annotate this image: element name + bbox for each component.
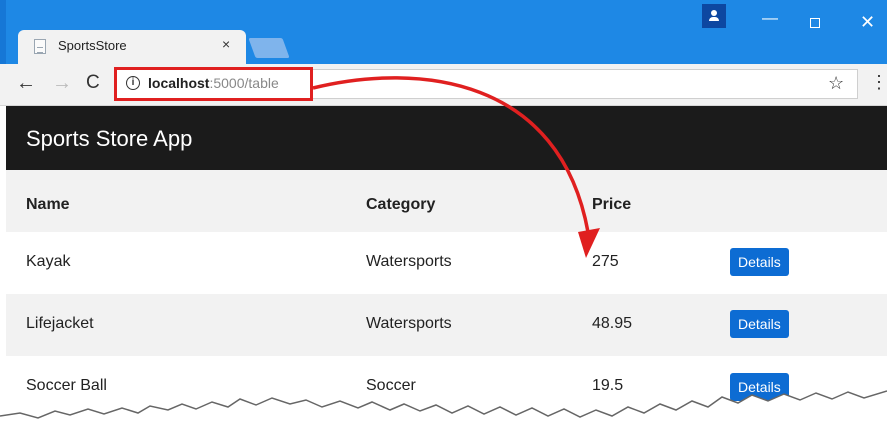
table-row: Lifejacket Watersports 48.95 Details [6,294,887,356]
minimize-icon[interactable]: — [762,10,778,28]
close-window-icon[interactable]: ✕ [860,12,875,33]
browser-toolbar: ← → C i localhost:5000/table ☆ ⋮ [0,64,887,106]
row-name: Soccer Ball [26,377,107,394]
header-price: Price [592,196,632,213]
url-highlight-box [114,67,313,101]
details-button[interactable]: Details [730,310,789,338]
details-button[interactable]: Details [730,373,789,401]
browser-window: SportsStore × — ✕ ← → C i localhost:5000… [0,0,887,431]
row-price: 275 [592,253,619,270]
row-category: Watersports [366,253,452,270]
maximize-icon[interactable] [810,18,820,28]
row-name: Kayak [26,253,71,270]
title-bar: SportsStore × — ✕ [0,0,887,64]
app-brand: Sports Store App [26,126,193,151]
products-table: Name Category Price Kayak Watersports 27… [6,170,887,418]
details-button[interactable]: Details [730,248,789,276]
row-name: Lifejacket [26,315,94,332]
back-icon[interactable]: ← [16,72,36,94]
tab-title: SportsStore [58,38,127,53]
page-icon [34,39,46,54]
header-category: Category [366,196,436,213]
row-category: Watersports [366,315,452,332]
app-navbar: Sports Store App [6,106,887,170]
table-row: Kayak Watersports 275 Details [6,232,887,294]
row-price: 19.5 [592,377,624,394]
profile-icon[interactable] [702,4,726,28]
star-icon[interactable]: ☆ [828,73,844,94]
tab-sportsstore[interactable]: SportsStore × [18,30,246,64]
table-row: Soccer Ball Soccer 19.5 Details [6,356,887,418]
header-name: Name [26,196,70,213]
forward-icon[interactable]: → [52,72,72,94]
menu-icon[interactable]: ⋮ [870,72,887,93]
close-icon[interactable]: × [222,36,230,52]
table-header-row: Name Category Price [6,170,887,232]
row-category: Soccer [366,377,416,394]
reload-icon[interactable]: C [86,72,100,94]
new-tab-icon[interactable] [248,38,290,58]
row-price: 48.95 [592,315,633,332]
page-content: Sports Store App Name Category Price Kay… [0,106,887,431]
